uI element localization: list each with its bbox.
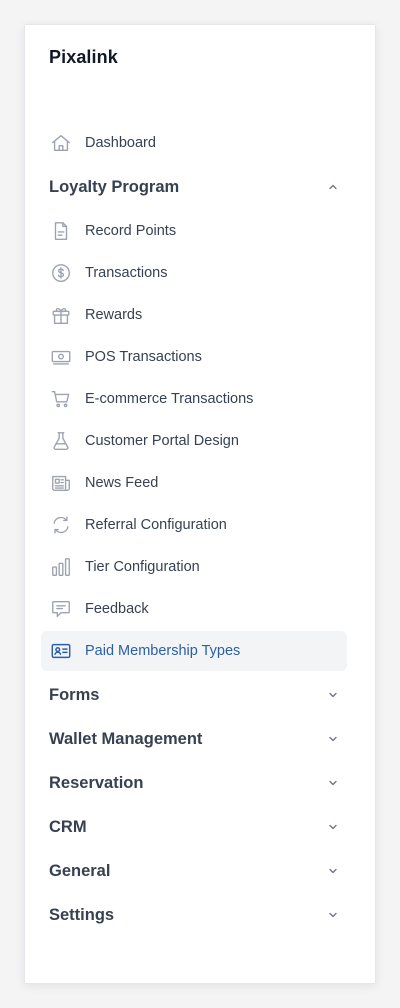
sidebar-item-dashboard[interactable]: Dashboard [41,123,347,163]
chevron-down-icon [327,777,339,789]
sidebar-nav: Dashboard Loyalty Program Record Points [25,121,377,937]
bar-chart-icon [49,555,73,579]
sidebar-item-label: Referral Configuration [85,517,227,533]
dollar-circle-icon [49,261,73,285]
section-label: Settings [49,905,115,924]
section-reservation[interactable]: Reservation [25,761,377,805]
chevron-down-icon [327,821,339,833]
chevron-down-icon [327,733,339,745]
sidebar-item-record-points[interactable]: Record Points [41,211,347,251]
sidebar-item-label: E-commerce Transactions [85,391,254,407]
chevron-down-icon [327,689,339,701]
sidebar-item-news-feed[interactable]: News Feed [41,463,347,503]
sidebar-item-label: Paid Membership Types [85,643,241,659]
sidebar-item-transactions[interactable]: Transactions [41,253,347,293]
newspaper-icon [49,471,73,495]
section-label: Wallet Management [49,729,203,748]
chat-icon [49,597,73,621]
sidebar-panel: Pixalink Dashboard Loyalty Program Recor… [24,24,376,984]
sidebar-item-customer-portal-design[interactable]: Customer Portal Design [41,421,347,461]
section-settings[interactable]: Settings [25,893,377,937]
sidebar-item-ecommerce-transactions[interactable]: E-commerce Transactions [41,379,347,419]
section-loyalty-program[interactable]: Loyalty Program [25,165,377,209]
sidebar-item-label: Record Points [85,223,177,239]
section-crm[interactable]: CRM [25,805,377,849]
sidebar-item-pos-transactions[interactable]: POS Transactions [41,337,347,377]
shopping-cart-icon [49,387,73,411]
beaker-icon [49,429,73,453]
sidebar-item-label: News Feed [85,475,159,491]
chevron-down-icon [327,865,339,877]
sidebar-item-label: Transactions [85,265,168,281]
section-label: Reservation [49,773,144,792]
sidebar-item-label: Tier Configuration [85,559,200,575]
section-label: General [49,861,111,880]
sidebar-item-label: Dashboard [85,135,156,151]
chevron-down-icon [327,909,339,921]
brand-title: Pixalink [49,47,118,67]
gift-icon [49,303,73,327]
cash-icon [49,345,73,369]
section-wallet-management[interactable]: Wallet Management [25,717,377,761]
section-label: Loyalty Program [49,177,180,196]
sidebar-item-label: Rewards [85,307,143,323]
sidebar-item-rewards[interactable]: Rewards [41,295,347,335]
document-icon [49,219,73,243]
section-forms[interactable]: Forms [25,673,377,717]
sidebar-item-label: POS Transactions [85,349,202,365]
id-card-icon [49,639,73,663]
sidebar-item-paid-membership-types[interactable]: Paid Membership Types [41,631,347,671]
home-icon [49,131,73,155]
sidebar-item-tier-configuration[interactable]: Tier Configuration [41,547,347,587]
sidebar-item-feedback[interactable]: Feedback [41,589,347,629]
sidebar-item-label: Feedback [85,601,149,617]
sidebar-item-label: Customer Portal Design [85,433,239,449]
chevron-up-icon [327,181,339,193]
section-general[interactable]: General [25,849,377,893]
section-label: CRM [49,817,87,836]
sidebar-item-referral-configuration[interactable]: Referral Configuration [41,505,347,545]
section-label: Forms [49,685,100,704]
refresh-icon [49,513,73,537]
